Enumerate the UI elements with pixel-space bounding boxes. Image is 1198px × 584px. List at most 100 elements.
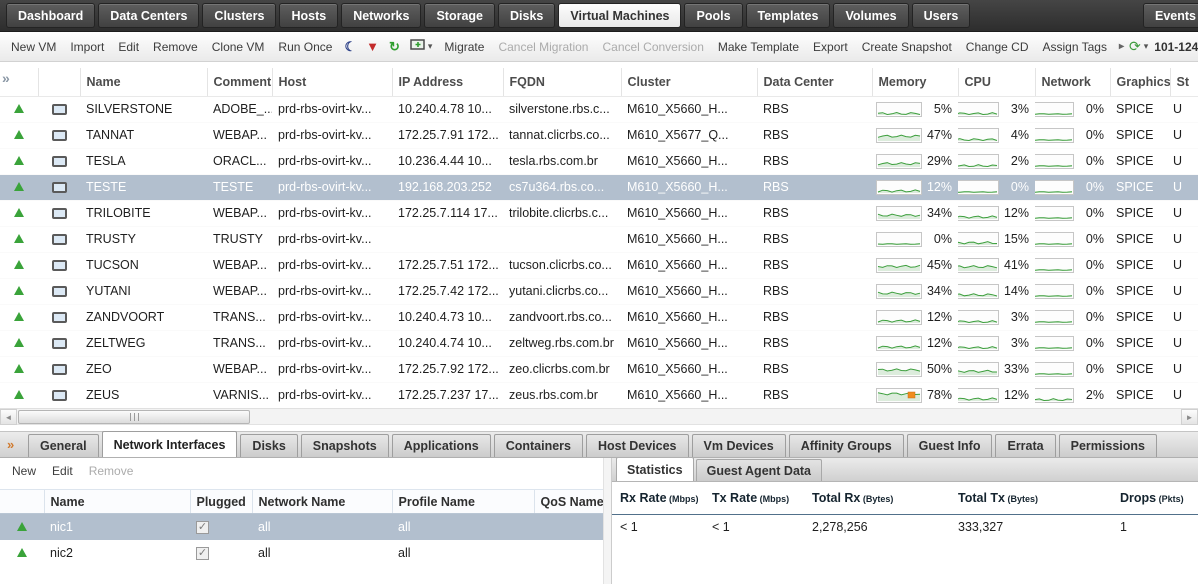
stats-col-unit: (Bytes)	[860, 494, 893, 504]
vm-status-text: U	[1170, 252, 1198, 278]
detail-tab-vm-devices[interactable]: Vm Devices	[692, 434, 786, 457]
detail-tab-host-devices[interactable]: Host Devices	[586, 434, 689, 457]
scrollbar-thumb[interactable]	[18, 410, 250, 424]
nav-tab-events[interactable]: Events	[1143, 3, 1198, 28]
reboot-vm-icon[interactable]: ↻	[384, 39, 405, 55]
vm-fqdn: tesla.rbs.com.br	[503, 148, 621, 174]
clone-vm-button[interactable]: Clone VM	[205, 38, 272, 56]
more-actions-icon[interactable]: ▸	[1114, 41, 1129, 52]
edit-button[interactable]: Edit	[111, 38, 146, 56]
nic-col-profile-name[interactable]: Profile Name	[392, 490, 534, 514]
nav-tab-dashboard[interactable]: Dashboard	[6, 3, 95, 28]
vm-col-data-center[interactable]: Data Center	[757, 68, 872, 96]
nav-tab-volumes[interactable]: Volumes	[833, 3, 908, 28]
nic-panel-scrollbar[interactable]	[603, 458, 611, 584]
nic-col-name[interactable]: Name	[44, 490, 190, 514]
detail-tab-network-interfaces[interactable]: Network Interfaces	[102, 431, 238, 457]
vm-row-zandvoort[interactable]: ZANDVOORTTRANS...prd-rbs-ovirt-kv...10.2…	[0, 304, 1198, 330]
stats-tab-statistics[interactable]: Statistics	[616, 458, 694, 481]
vm-row-trilobite[interactable]: TRILOBITEWEBAP...prd-rbs-ovirt-kv...172.…	[0, 200, 1198, 226]
vm-col-cpu[interactable]: CPU	[958, 68, 1035, 96]
detail-tab-applications[interactable]: Applications	[392, 434, 491, 457]
new-vm-button[interactable]: New VM	[4, 38, 63, 56]
network-percent: 0%	[1078, 232, 1104, 246]
export-button[interactable]: Export	[806, 38, 855, 56]
assign-tags-button[interactable]: Assign Tags	[1035, 38, 1113, 56]
nav-tab-clusters[interactable]: Clusters	[202, 3, 276, 28]
vm-col-comment[interactable]: Comment	[207, 68, 272, 96]
vm-col-cluster[interactable]: Cluster	[621, 68, 757, 96]
change-cd-button[interactable]: Change CD	[959, 38, 1036, 56]
vm-col-st[interactable]: St	[1170, 68, 1198, 96]
expand-tree-icon[interactable]: »	[2, 70, 10, 86]
vm-row-teste[interactable]: TESTETESTEprd-rbs-ovirt-kv...192.168.203…	[0, 174, 1198, 200]
stats-tab-guest-agent-data[interactable]: Guest Agent Data	[696, 459, 822, 481]
scroll-left-icon[interactable]: ◄	[0, 409, 17, 425]
vm-row-zeo[interactable]: ZEOWEBAP...prd-rbs-ovirt-kv...172.25.7.9…	[0, 356, 1198, 382]
vm-row-tesla[interactable]: TESLAORACL...prd-rbs-ovirt-kv...10.236.4…	[0, 148, 1198, 174]
vm-row-tannat[interactable]: TANNATWEBAP...prd-rbs-ovirt-kv...172.25.…	[0, 122, 1198, 148]
cpu-sparkline	[958, 388, 999, 403]
vm-cluster: M610_X5660_H...	[621, 278, 757, 304]
import-button[interactable]: Import	[63, 38, 111, 56]
memory-sparkline	[876, 258, 922, 273]
nav-tab-disks[interactable]: Disks	[498, 3, 555, 28]
nav-tab-data-centers[interactable]: Data Centers	[98, 3, 199, 28]
detail-tab-disks[interactable]: Disks	[240, 434, 297, 457]
nic-row-nic2[interactable]: nic2✓allall	[0, 540, 604, 566]
shutdown-vm-icon-glyph: ▼	[366, 39, 379, 54]
detail-tab-affinity-groups[interactable]: Affinity Groups	[789, 434, 904, 457]
console-icon[interactable]: ▾	[405, 39, 438, 54]
make-template-button[interactable]: Make Template	[711, 38, 806, 56]
detail-tab-permissions[interactable]: Permissions	[1059, 434, 1157, 457]
suspend-vm-icon[interactable]: ☾	[339, 39, 361, 55]
vm-fqdn: tucson.clicrbs.co...	[503, 252, 621, 278]
nic-col-qos-name[interactable]: QoS Name	[534, 490, 604, 514]
detail-tab-errata[interactable]: Errata	[995, 434, 1055, 457]
refresh-options-caret-icon[interactable]: ▾	[1144, 41, 1149, 52]
vm-col-memory[interactable]: Memory	[872, 68, 958, 96]
migrate-button[interactable]: Migrate	[437, 38, 491, 56]
detail-tab-containers[interactable]: Containers	[494, 434, 583, 457]
refresh-grid-icon[interactable]: ⟳	[1129, 38, 1141, 55]
console-icon-column-header[interactable]	[38, 68, 80, 96]
nav-tab-networks[interactable]: Networks	[341, 3, 421, 28]
nav-tab-storage[interactable]: Storage	[424, 3, 495, 28]
nic-col-plugged[interactable]: Plugged	[190, 490, 252, 514]
vm-col-graphics[interactable]: Graphics	[1110, 68, 1170, 96]
vm-row-trusty[interactable]: TRUSTYTRUSTYprd-rbs-ovirt-kv...M610_X566…	[0, 226, 1198, 252]
vm-col-fqdn[interactable]: FQDN	[503, 68, 621, 96]
vm-col-network[interactable]: Network	[1035, 68, 1110, 96]
vm-row-silverstone[interactable]: SILVERSTONEADOBE_...prd-rbs-ovirt-kv...1…	[0, 96, 1198, 122]
run-once-button[interactable]: Run Once	[271, 38, 339, 56]
vm-col-host[interactable]: Host	[272, 68, 392, 96]
detail-tab-guest-info[interactable]: Guest Info	[907, 434, 993, 457]
nav-tab-hosts[interactable]: Hosts	[279, 3, 338, 28]
horizontal-scrollbar[interactable]: ◄ ►	[0, 408, 1198, 425]
nav-tab-users[interactable]: Users	[912, 3, 971, 28]
vm-row-zeus[interactable]: ZEUSVARNIS...prd-rbs-ovirt-kv...172.25.7…	[0, 382, 1198, 408]
nic-edit-button[interactable]: Edit	[52, 464, 73, 478]
remove-button[interactable]: Remove	[146, 38, 205, 56]
nic-col-network-name[interactable]: Network Name	[252, 490, 392, 514]
vm-row-zeltweg[interactable]: ZELTWEGTRANS...prd-rbs-ovirt-kv...10.240…	[0, 330, 1198, 356]
create-snapshot-button[interactable]: Create Snapshot	[855, 38, 959, 56]
vm-name: ZEO	[80, 356, 207, 382]
nav-tab-templates[interactable]: Templates	[746, 3, 831, 28]
scroll-right-icon[interactable]: ►	[1181, 409, 1198, 425]
vm-row-yutani[interactable]: YUTANIWEBAP...prd-rbs-ovirt-kv...172.25.…	[0, 278, 1198, 304]
vm-col-name[interactable]: Name	[80, 68, 207, 96]
collapse-details-icon[interactable]: »	[7, 437, 14, 452]
vm-comment: ORACL...	[207, 148, 272, 174]
nav-tab-pools[interactable]: Pools	[684, 3, 742, 28]
vm-row-tucson[interactable]: TUCSONWEBAP...prd-rbs-ovirt-kv...172.25.…	[0, 252, 1198, 278]
detail-tab-snapshots[interactable]: Snapshots	[301, 434, 389, 457]
nav-tab-virtual-machines[interactable]: Virtual Machines	[558, 3, 681, 28]
vm-cluster: M610_X5660_H...	[621, 200, 757, 226]
detail-tab-general[interactable]: General	[28, 434, 99, 457]
nic-new-button[interactable]: New	[12, 464, 36, 478]
vm-fqdn: zandvoort.rbs.co...	[503, 304, 621, 330]
shutdown-vm-icon[interactable]: ▼	[361, 39, 384, 54]
nic-row-nic1[interactable]: nic1✓allall	[0, 514, 604, 540]
vm-col-ip-address[interactable]: IP Address	[392, 68, 503, 96]
